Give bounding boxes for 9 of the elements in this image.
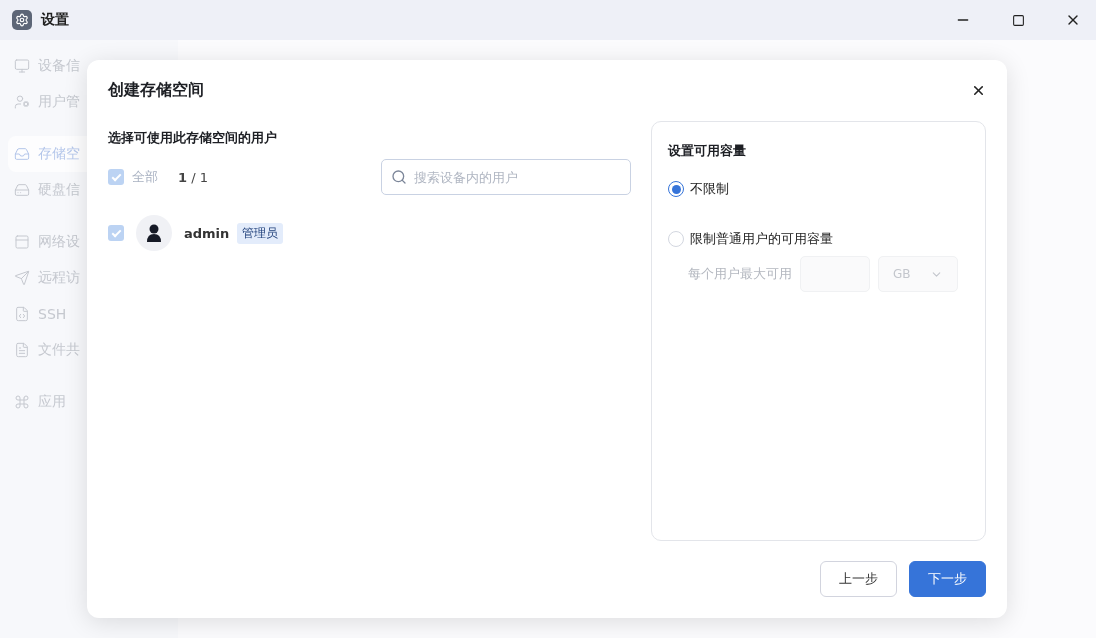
- limit-label: 每个用户最大可用: [688, 265, 792, 283]
- dialog-title: 创建存储空间: [108, 79, 204, 101]
- capacity-heading: 设置可用容量: [668, 142, 747, 160]
- role-tag: 管理员: [237, 222, 284, 244]
- section-heading: 选择可使用此存储空间的用户: [108, 129, 278, 147]
- selected-count: 1 / 1: [178, 169, 208, 185]
- window-title: 设置: [41, 11, 70, 29]
- select-all-label: 全部: [132, 168, 158, 186]
- user-name: admin: [184, 225, 230, 241]
